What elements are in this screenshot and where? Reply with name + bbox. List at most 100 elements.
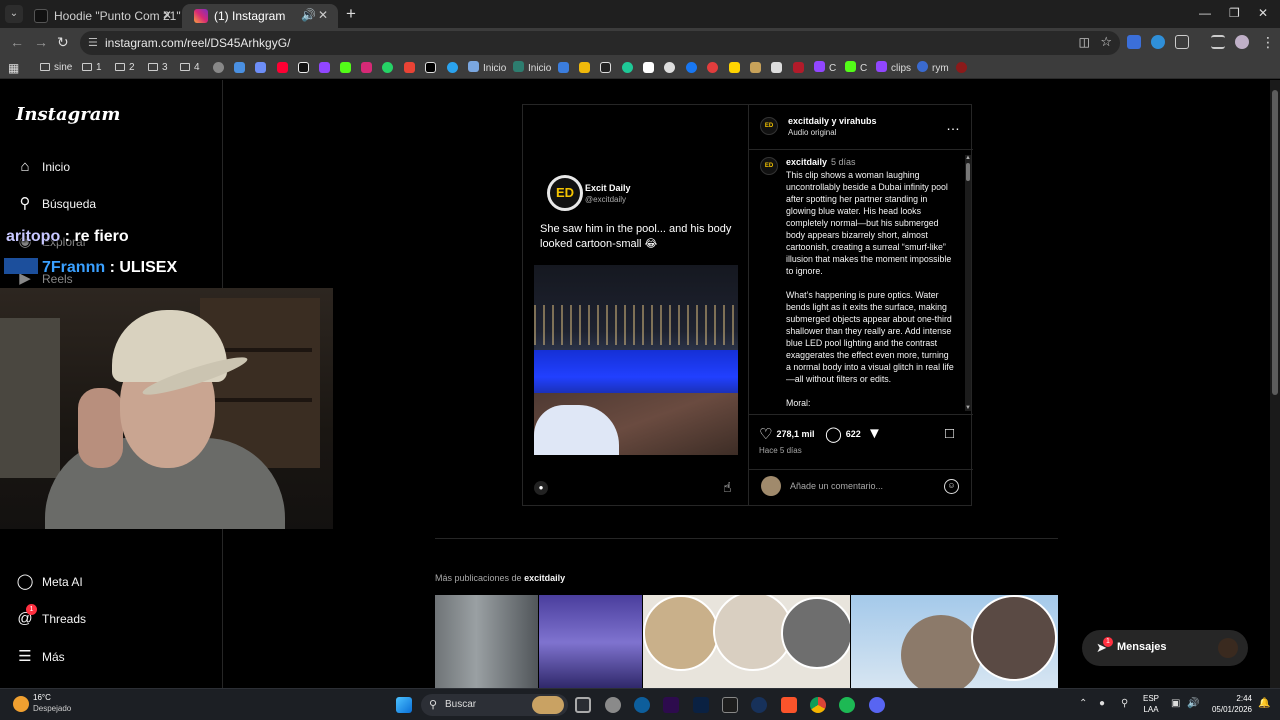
twitch-bookmark-icon[interactable]	[319, 62, 330, 73]
instagram-logo[interactable]: Instagram	[16, 104, 120, 125]
close-tab-icon[interactable]: ✕	[318, 8, 328, 22]
post-thumbnail[interactable]	[643, 595, 850, 688]
new-tab-icon[interactable]: +	[346, 5, 356, 23]
comment-button[interactable]: ◯ 622	[825, 425, 861, 443]
bookmark-inicio-1[interactable]: Inicio	[468, 60, 506, 76]
facebook-bookmark-icon[interactable]	[686, 62, 697, 73]
spotify-icon[interactable]	[839, 697, 855, 713]
sidebar-item-inicio[interactable]: ⌂ Inicio	[16, 155, 70, 179]
tab-search-chevron-icon[interactable]: ⌄	[5, 5, 23, 23]
photoshop-icon[interactable]	[693, 697, 709, 713]
bookmark-star-icon[interactable]: ☆	[1100, 34, 1112, 50]
page-scrollbar[interactable]	[1270, 80, 1280, 688]
app-icon[interactable]	[634, 697, 650, 713]
bookmark-c-2[interactable]: C	[845, 60, 867, 76]
keyboard-language[interactable]: ESP LAA	[1143, 693, 1159, 715]
tray-discord-icon[interactable]: ●	[1099, 698, 1105, 709]
save-button[interactable]: □	[945, 425, 958, 442]
bookmark-folder-2[interactable]: 2	[115, 60, 135, 76]
discord-icon[interactable]	[869, 697, 885, 713]
translate-extension-icon[interactable]	[1127, 35, 1141, 49]
sidebar-item-mas[interactable]: ☰ Más	[16, 645, 64, 669]
bookmark-icon[interactable]	[643, 62, 654, 73]
page-scrollbar-thumb[interactable]	[1272, 90, 1278, 395]
caption-scrollbar[interactable]: ▲ ▼	[965, 155, 971, 411]
close-tab-icon[interactable]: ✕	[162, 8, 172, 22]
telegram-bookmark-icon[interactable]	[447, 62, 458, 73]
minimize-icon[interactable]: —	[1199, 6, 1211, 20]
brave-icon[interactable]	[781, 697, 797, 713]
speaker-icon[interactable]: 🔊	[301, 8, 316, 22]
microphone-icon[interactable]: ⚲	[1121, 698, 1128, 709]
weather-moon-icon[interactable]	[13, 696, 29, 712]
reload-icon[interactable]: ↻	[57, 34, 69, 51]
tiktok-bookmark-icon[interactable]	[298, 62, 309, 73]
like-button[interactable]: ♡ 278,1 mil	[759, 425, 814, 443]
premiere-icon[interactable]	[663, 697, 679, 713]
address-bar[interactable]: ☰ instagram.com/reel/DS45ArhkgyG/ ◫ ☆	[80, 31, 1120, 55]
post-thumbnail[interactable]	[539, 595, 642, 688]
reel-video-frame[interactable]	[534, 265, 738, 455]
scroll-down-icon[interactable]: ▼	[965, 405, 971, 411]
apps-grid-icon[interactable]: ▦	[8, 60, 19, 76]
bookmark-folder-1[interactable]: 1	[82, 60, 102, 76]
kick-bookmark-icon[interactable]	[340, 62, 351, 73]
weather-temperature[interactable]: 16°C	[33, 693, 51, 702]
sidebar-item-busqueda[interactable]: ⚲ Búsqueda	[16, 192, 97, 216]
browser-menu-icon[interactable]: ⋮	[1261, 34, 1275, 51]
more-posts-user[interactable]: excitdaily	[524, 573, 565, 583]
bookmark-icon[interactable]	[771, 62, 782, 73]
bookmark-clips[interactable]: clips	[876, 60, 911, 76]
network-icon[interactable]: ▣	[1171, 698, 1180, 709]
scrollbar-thumb[interactable]	[966, 163, 970, 181]
globe-bookmark-icon[interactable]	[213, 62, 224, 73]
binance-bookmark-icon[interactable]	[579, 62, 590, 73]
media-controls-icon[interactable]	[1211, 35, 1225, 49]
more-options-icon[interactable]: …	[946, 117, 961, 133]
comment-username[interactable]: excitdaily	[786, 157, 827, 167]
comment-input[interactable]: Añade un comentario...	[790, 481, 883, 491]
extensions-puzzle-icon[interactable]	[1175, 35, 1189, 49]
emoji-icon[interactable]: ☺	[944, 479, 959, 494]
close-window-icon[interactable]: ✕	[1258, 6, 1268, 20]
bookmark-inicio-2[interactable]: Inicio	[513, 60, 551, 76]
site-info-icon[interactable]: ☰	[88, 36, 98, 49]
weather-status[interactable]: Despejado	[33, 704, 71, 713]
forward-icon[interactable]: →	[34, 34, 48, 50]
bookmark-folder-3[interactable]: 3	[148, 60, 168, 76]
sidebar-item-meta-ai[interactable]: ◯ Meta AI	[16, 570, 83, 594]
messages-button[interactable]: ➤ 1 Mensajes	[1082, 630, 1248, 666]
windows-start-icon[interactable]	[396, 697, 412, 713]
epic-games-icon[interactable]	[722, 697, 738, 713]
bookmark-icon[interactable]	[234, 62, 245, 73]
share-button[interactable]: ▼	[867, 425, 886, 442]
back-icon[interactable]: ←	[10, 34, 24, 50]
volume-icon[interactable]: 🔊	[1187, 698, 1199, 709]
whatsapp-bookmark-icon[interactable]	[382, 62, 393, 73]
sidebar-item-threads[interactable]: @1 Threads	[16, 604, 86, 631]
bookmark-icon[interactable]	[664, 62, 675, 73]
notifications-icon[interactable]: 🔔	[1258, 698, 1270, 709]
bookmark-rym[interactable]: rym	[917, 60, 949, 76]
extension-icon[interactable]	[1151, 35, 1165, 49]
bookmark-folder-4[interactable]: 4	[180, 60, 200, 76]
x-bookmark-icon[interactable]	[425, 62, 436, 73]
bookmark-icon[interactable]	[622, 62, 633, 73]
tab-hoodie[interactable]: Hoodie "Punto Com 21" (Marró ✕	[22, 4, 182, 28]
bookmark-icon[interactable]	[255, 62, 266, 73]
bookmark-icon[interactable]	[600, 62, 611, 73]
bookmark-icon[interactable]	[558, 62, 569, 73]
post-thumbnail[interactable]	[435, 595, 538, 688]
bookmark-c-1[interactable]: C	[814, 60, 836, 76]
app-icon[interactable]	[605, 697, 621, 713]
bookmark-icon[interactable]	[729, 62, 740, 73]
restore-icon[interactable]: ❐	[1229, 6, 1240, 20]
chrome-icon[interactable]	[810, 697, 826, 713]
task-view-icon[interactable]	[575, 697, 591, 713]
bookmark-icon[interactable]	[750, 62, 761, 73]
audio-label[interactable]: Audio original	[788, 128, 836, 137]
bookmark-icon[interactable]	[793, 62, 804, 73]
bookmark-icon[interactable]	[956, 62, 967, 73]
comment-author-avatar[interactable]: ED	[760, 157, 778, 175]
author-avatar[interactable]: ED	[760, 117, 778, 135]
